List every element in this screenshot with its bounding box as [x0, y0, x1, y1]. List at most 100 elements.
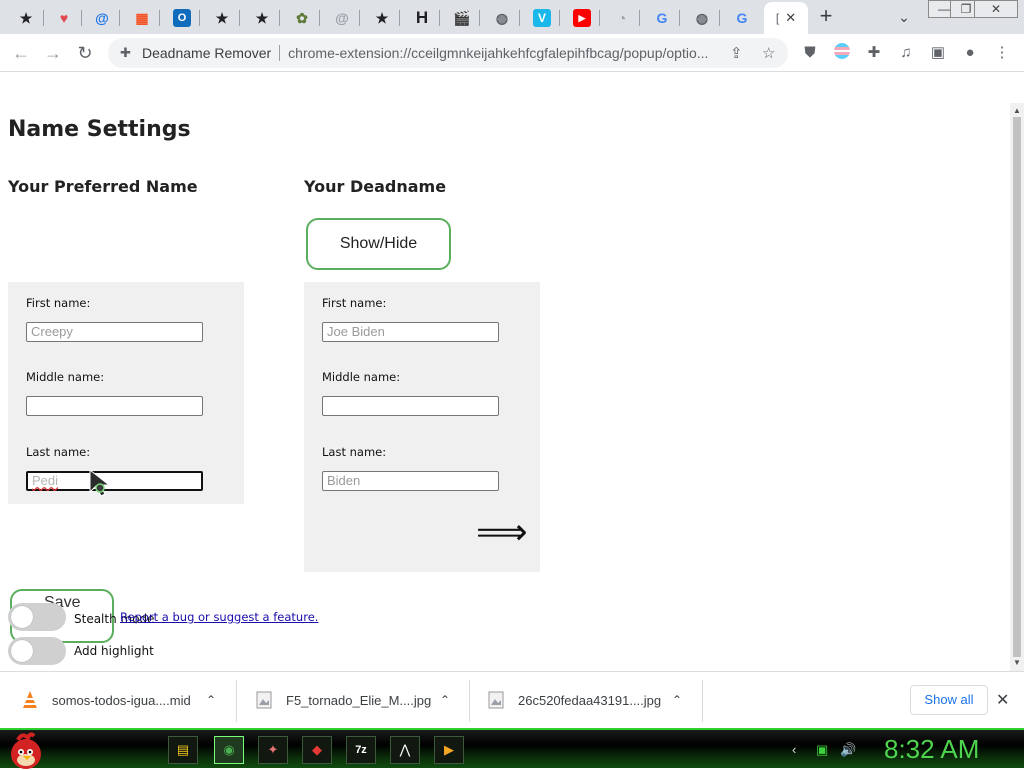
url-text[interactable]: chrome-extension://cceilgmnkeijahkehfcgf… — [288, 45, 728, 61]
forward-arrow-icon[interactable]: → — [40, 40, 66, 66]
image-file-icon — [486, 690, 506, 710]
bookmark-star-icon[interactable]: ☆ — [762, 44, 775, 62]
chevron-up-icon[interactable]: ⌃ — [206, 693, 216, 707]
tab-microsoft[interactable]: ▦ — [124, 4, 160, 32]
preferred-middle-label: Middle name: — [26, 370, 105, 384]
report-bug-link[interactable]: Report a bug or suggest a feature. — [120, 610, 318, 624]
chrome-icon[interactable]: ◉ — [214, 736, 244, 764]
tab-star-1[interactable]: ★ — [8, 4, 44, 32]
media-player-icon[interactable]: ▶ — [434, 736, 464, 764]
chevron-up-icon[interactable]: ⌃ — [440, 693, 450, 707]
ublock-icon[interactable]: ⛊ — [800, 43, 820, 63]
close-window-button[interactable]: ✕ — [974, 0, 1018, 18]
at-icon: @ — [95, 10, 109, 26]
share-icon[interactable]: ⇪ — [730, 44, 743, 62]
star-icon: ★ — [19, 9, 33, 26]
tab-at[interactable]: @ — [84, 4, 120, 32]
h-icon: H — [415, 8, 429, 27]
download-item[interactable]: F5_tornado_Elie_M....jpg ⌃ — [254, 680, 464, 720]
tab-google-2[interactable]: G — [724, 4, 760, 32]
download-item[interactable]: somos-todos-igua....mid ⌃ — [20, 680, 230, 720]
angry-bird-start-icon[interactable] — [4, 730, 48, 770]
tray-expand-icon[interactable]: ‹ — [792, 742, 796, 757]
deadname-last-label: Last name: — [322, 445, 387, 459]
download-item[interactable]: 26c520fedaa43191....jpg ⌃ — [486, 680, 696, 720]
7zip-icon[interactable]: 7z — [346, 736, 376, 764]
page-scrollbar[interactable]: ▲ ▼ — [1010, 103, 1024, 671]
stealth-mode-toggle[interactable] — [8, 603, 66, 631]
tab-v[interactable]: V — [524, 4, 560, 32]
tab-globe-1[interactable]: ◍ — [484, 4, 520, 32]
tab-star-2[interactable]: ★ — [204, 4, 240, 32]
deadname-first-label: First name: — [322, 296, 387, 310]
paint-icon[interactable]: ✦ — [258, 736, 288, 764]
tab-clapper[interactable]: 🎬 — [444, 4, 480, 32]
active-tab-label: [ — [775, 11, 780, 25]
new-tab-button[interactable]: + — [812, 4, 840, 30]
deadname-first-input[interactable]: Joe Biden — [322, 322, 499, 342]
extensions-puzzle-icon[interactable]: ✚ — [864, 43, 884, 63]
tab-outlook[interactable]: O — [164, 4, 200, 32]
volume-icon[interactable]: 🔊 — [840, 742, 856, 758]
profile-avatar-icon[interactable]: ● — [960, 43, 980, 63]
preferred-last-label: Last name: — [26, 445, 91, 459]
deadname-last-input[interactable]: Biden — [322, 471, 499, 491]
tab-pocket[interactable]: ♥ — [46, 4, 82, 32]
reload-icon[interactable]: ↻ — [72, 40, 98, 66]
more-menu-icon[interactable]: ⋮ — [992, 43, 1012, 63]
tab-search-icon[interactable]: ⌄ — [892, 6, 916, 28]
tab-globe-2[interactable]: ◍ — [684, 4, 720, 32]
download-filename: F5_tornado_Elie_M....jpg — [286, 692, 432, 708]
inkscape-icon[interactable]: ⋀ — [390, 736, 420, 764]
preferred-middle-input[interactable] — [26, 396, 203, 416]
close-downloads-icon[interactable]: ✕ — [996, 690, 1009, 710]
site-name: Deadname Remover — [142, 45, 272, 61]
star-icon: ★ — [215, 9, 229, 26]
back-arrow-icon[interactable]: ← — [8, 40, 34, 66]
downloads-bar: somos-todos-igua....mid ⌃ F5_tornado_Eli… — [0, 671, 1024, 728]
swap-arrow-icon[interactable]: ⟹ — [476, 514, 528, 550]
at-icon: @ — [335, 10, 349, 26]
deadname-middle-input[interactable] — [322, 396, 499, 416]
file-explorer-icon[interactable]: ▤ — [168, 736, 198, 764]
scroll-up-icon[interactable]: ▲ — [1010, 105, 1024, 117]
deadname-panel: First name: Joe Biden Middle name: Last … — [304, 282, 540, 572]
toggle-knob — [11, 640, 33, 662]
star-icon: ★ — [375, 9, 389, 26]
tab-star-3[interactable]: ★ — [244, 4, 280, 32]
tab-h[interactable]: H — [404, 4, 440, 32]
show-hide-button[interactable]: Show/Hide — [306, 218, 451, 270]
angry-bird-app-icon[interactable]: ◆ — [302, 736, 332, 764]
mouse-cursor-icon — [89, 468, 111, 497]
media-control-icon[interactable]: ♫ — [896, 43, 916, 63]
preferred-first-input[interactable]: Creepy — [26, 322, 203, 342]
scroll-down-icon[interactable]: ▼ — [1010, 657, 1024, 669]
tab-youtube[interactable]: ▶ — [564, 4, 600, 32]
a-icon: ◔ — [617, 10, 627, 26]
microsoft-icon: ▦ — [135, 9, 149, 26]
network-icon[interactable]: ▣ — [816, 742, 828, 758]
side-panel-icon[interactable]: ▣ — [928, 43, 948, 63]
scrollbar-thumb[interactable] — [1013, 117, 1021, 657]
tab-frog[interactable]: ✿ — [284, 4, 320, 32]
address-bar[interactable]: ✚ Deadname Remover chrome-extension://cc… — [108, 38, 788, 68]
download-filename: 26c520fedaa43191....jpg — [518, 692, 662, 708]
close-tab-icon[interactable]: ✕ — [785, 10, 796, 26]
tab-at-grey[interactable]: @ — [324, 4, 360, 32]
page-title: Name Settings — [8, 117, 191, 142]
tab-a[interactable]: ◔ — [604, 4, 640, 32]
preferred-first-label: First name: — [26, 296, 91, 310]
frog-icon: ✿ — [296, 9, 308, 26]
tab-active[interactable]: [ ✕ — [764, 2, 808, 34]
tab-google-1[interactable]: G — [644, 4, 680, 32]
add-highlight-toggle[interactable] — [8, 637, 66, 665]
puzzle-icon: ✚ — [120, 45, 131, 60]
show-all-button[interactable]: Show all — [910, 685, 988, 715]
taskbar-clock[interactable]: 8:32 AM — [884, 734, 979, 765]
tab-star-4[interactable]: ★ — [364, 4, 400, 32]
trans-flag-extension-icon[interactable] — [832, 43, 852, 63]
taskbar: ▤ ◉ ✦ ◆ 7z ⋀ ▶ ‹ ▣ 🔊 8:32 AM — [0, 728, 1024, 770]
chevron-up-icon[interactable]: ⌃ — [672, 693, 682, 707]
preferred-name-panel: First name: Creepy Middle name: Last nam… — [8, 282, 244, 504]
vlc-cone-icon — [20, 690, 40, 710]
